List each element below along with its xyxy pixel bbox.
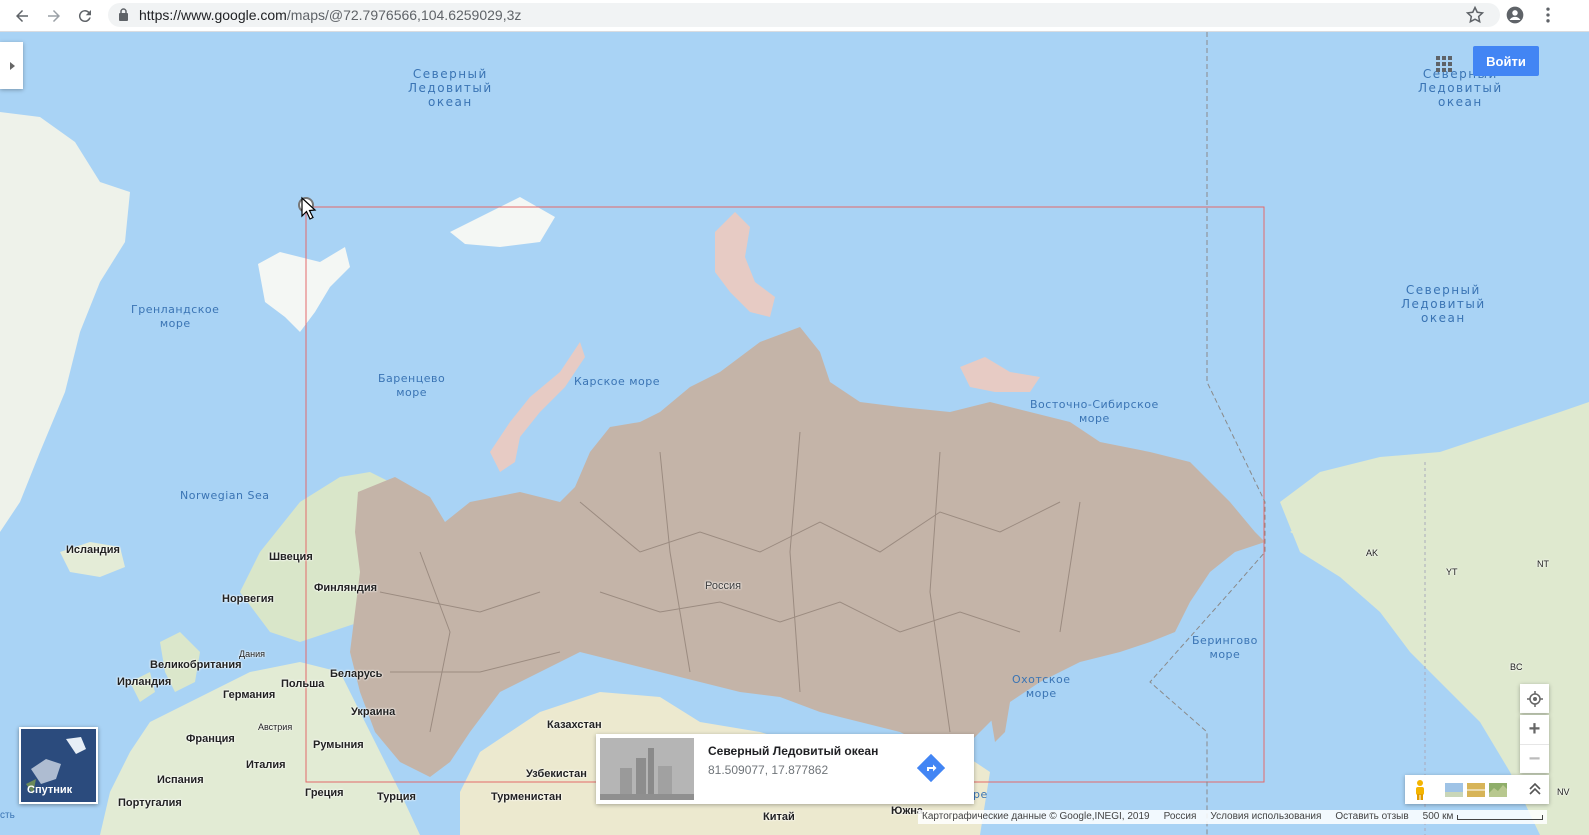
sea-label-barents: Баренцево море xyxy=(378,372,446,399)
region-label-yt: YT xyxy=(1446,567,1458,577)
pegman-icon[interactable] xyxy=(1413,779,1427,801)
place-thumbnail xyxy=(600,738,694,800)
country-label-norway: Норвегия xyxy=(222,593,274,605)
country-label-kazakhstan: Казахстан xyxy=(547,719,602,731)
crosshair-icon xyxy=(1526,690,1543,707)
expand-up-icon[interactable] xyxy=(1527,781,1543,797)
sea-label-norwegian: Norwegian Sea xyxy=(180,489,270,502)
layer-terrain-icon[interactable] xyxy=(1489,783,1507,797)
country-label-russia: Россия xyxy=(705,580,742,592)
place-info-card[interactable]: Северный Ледовитый океан 81.509077, 17.8… xyxy=(596,734,974,804)
reload-icon xyxy=(78,10,91,23)
sea-label-kara: Карское море xyxy=(574,375,660,388)
arrow-right-icon xyxy=(48,10,60,22)
sea-label-bering: Берингово море xyxy=(1192,634,1258,661)
url-host: https://www.google.com xyxy=(139,7,287,23)
sea-label-greenland: Гренландское море xyxy=(131,303,220,330)
address-bar[interactable]: https://www.google.com/maps/@72.7976566,… xyxy=(108,3,1500,27)
mouse-cursor-icon xyxy=(301,196,317,220)
url-text: https://www.google.com/maps/@72.7976566,… xyxy=(139,7,521,23)
map-footer: Картографические данные © Google,INEGI, … xyxy=(918,810,1548,824)
map-canvas[interactable]: Северный Ледовитый океан Северный Ледови… xyxy=(0,32,1589,835)
layers-strip xyxy=(1405,775,1549,804)
country-label-turkey: Турция xyxy=(377,791,416,803)
arrow-left-icon xyxy=(16,10,28,22)
layer-transit-icon[interactable] xyxy=(1445,783,1463,797)
country-label-italy: Италия xyxy=(246,759,286,771)
scale-label: 500 км xyxy=(1422,811,1454,822)
sea-label-edge: ре xyxy=(973,788,988,801)
layer-traffic-icon[interactable] xyxy=(1467,783,1485,797)
ocean-label-arctic-1: Северный Ледовитый океан xyxy=(408,67,493,109)
bookmark-star-icon[interactable] xyxy=(1465,5,1485,25)
country-label-sweden: Швеция xyxy=(269,551,313,563)
satellite-label: Спутник xyxy=(27,784,73,796)
country-label-romania: Румыния xyxy=(313,739,364,751)
country-label-uk: Великобритания xyxy=(150,659,242,671)
place-photo-icon xyxy=(600,738,694,800)
caret-right-icon xyxy=(9,61,15,70)
browser-toolbar: https://www.google.com/maps/@72.7976566,… xyxy=(0,0,1589,32)
menu-dots-icon[interactable] xyxy=(1538,5,1558,25)
country-label-denmark: Дания xyxy=(239,649,265,659)
feedback-link[interactable]: Оставить отзыв xyxy=(1335,810,1408,824)
country-label-poland: Польша xyxy=(281,678,325,690)
country-label-uzbekistan: Узбекистан xyxy=(526,768,587,780)
zoom-in-button[interactable]: + xyxy=(1520,715,1549,744)
country-label-belarus: Беларусь xyxy=(330,668,383,680)
reload-button[interactable] xyxy=(73,4,97,28)
country-label-france: Франция xyxy=(186,733,235,745)
zoom-out-button[interactable]: − xyxy=(1520,744,1549,773)
place-coordinates: 81.509077, 17.877862 xyxy=(708,763,829,777)
country-label-turkmenistan: Турменистан xyxy=(491,791,562,803)
url-path: /maps/@72.7976566,104.6259029,3z xyxy=(286,7,522,23)
country-label-portugal: Португалия xyxy=(118,797,182,809)
country-label-austria: Австрия xyxy=(258,722,293,732)
sign-in-button[interactable]: Войти xyxy=(1473,46,1539,76)
my-location-button[interactable] xyxy=(1520,684,1549,713)
country-label-iceland: Исландия xyxy=(66,544,120,556)
region-label-nt: NT xyxy=(1537,559,1549,569)
sea-label-east-siberian: Восточно-Сибирское море xyxy=(1030,398,1159,425)
zoom-control: + − xyxy=(1520,715,1549,773)
terms-link[interactable]: Условия использования xyxy=(1210,810,1321,824)
country-label-ireland: Ирландия xyxy=(117,676,172,688)
apps-grid-icon[interactable] xyxy=(1434,54,1454,74)
map-data-attribution: Картографические данные © Google,INEGI, … xyxy=(922,811,1150,822)
country-label-greece: Греция xyxy=(305,787,344,799)
directions-icon[interactable] xyxy=(917,754,945,782)
account-icon[interactable] xyxy=(1505,5,1525,25)
map-base-graphic xyxy=(0,32,1589,835)
satellite-layer-button[interactable]: Спутник xyxy=(19,727,98,804)
region-label-ak: AK xyxy=(1366,548,1379,558)
ocean-label-arctic-3: Северный Ледовитый океан xyxy=(1401,283,1486,325)
country-label-finland: Финляндия xyxy=(314,582,378,594)
region-label-nv: NV xyxy=(1557,787,1570,797)
country-label-china: Китай xyxy=(763,811,795,823)
region-link[interactable]: Россия xyxy=(1164,810,1197,824)
country-label-ukraine: Украина xyxy=(351,706,396,718)
country-label-spain: Испания xyxy=(157,774,204,786)
scale-line xyxy=(1457,814,1544,820)
scale-bar[interactable]: 500 км xyxy=(1423,810,1544,824)
side-panel-toggle[interactable] xyxy=(0,42,23,89)
footer-left-text: сть xyxy=(0,810,15,821)
forward-button[interactable] xyxy=(42,4,66,28)
country-label-germany: Германия xyxy=(223,689,276,701)
sea-label-okhotsk: Охотское море xyxy=(1012,673,1071,700)
lock-icon xyxy=(119,8,128,21)
place-title: Северный Ледовитый океан xyxy=(708,744,879,758)
back-button[interactable] xyxy=(10,4,34,28)
region-label-bc: BC xyxy=(1510,662,1523,672)
